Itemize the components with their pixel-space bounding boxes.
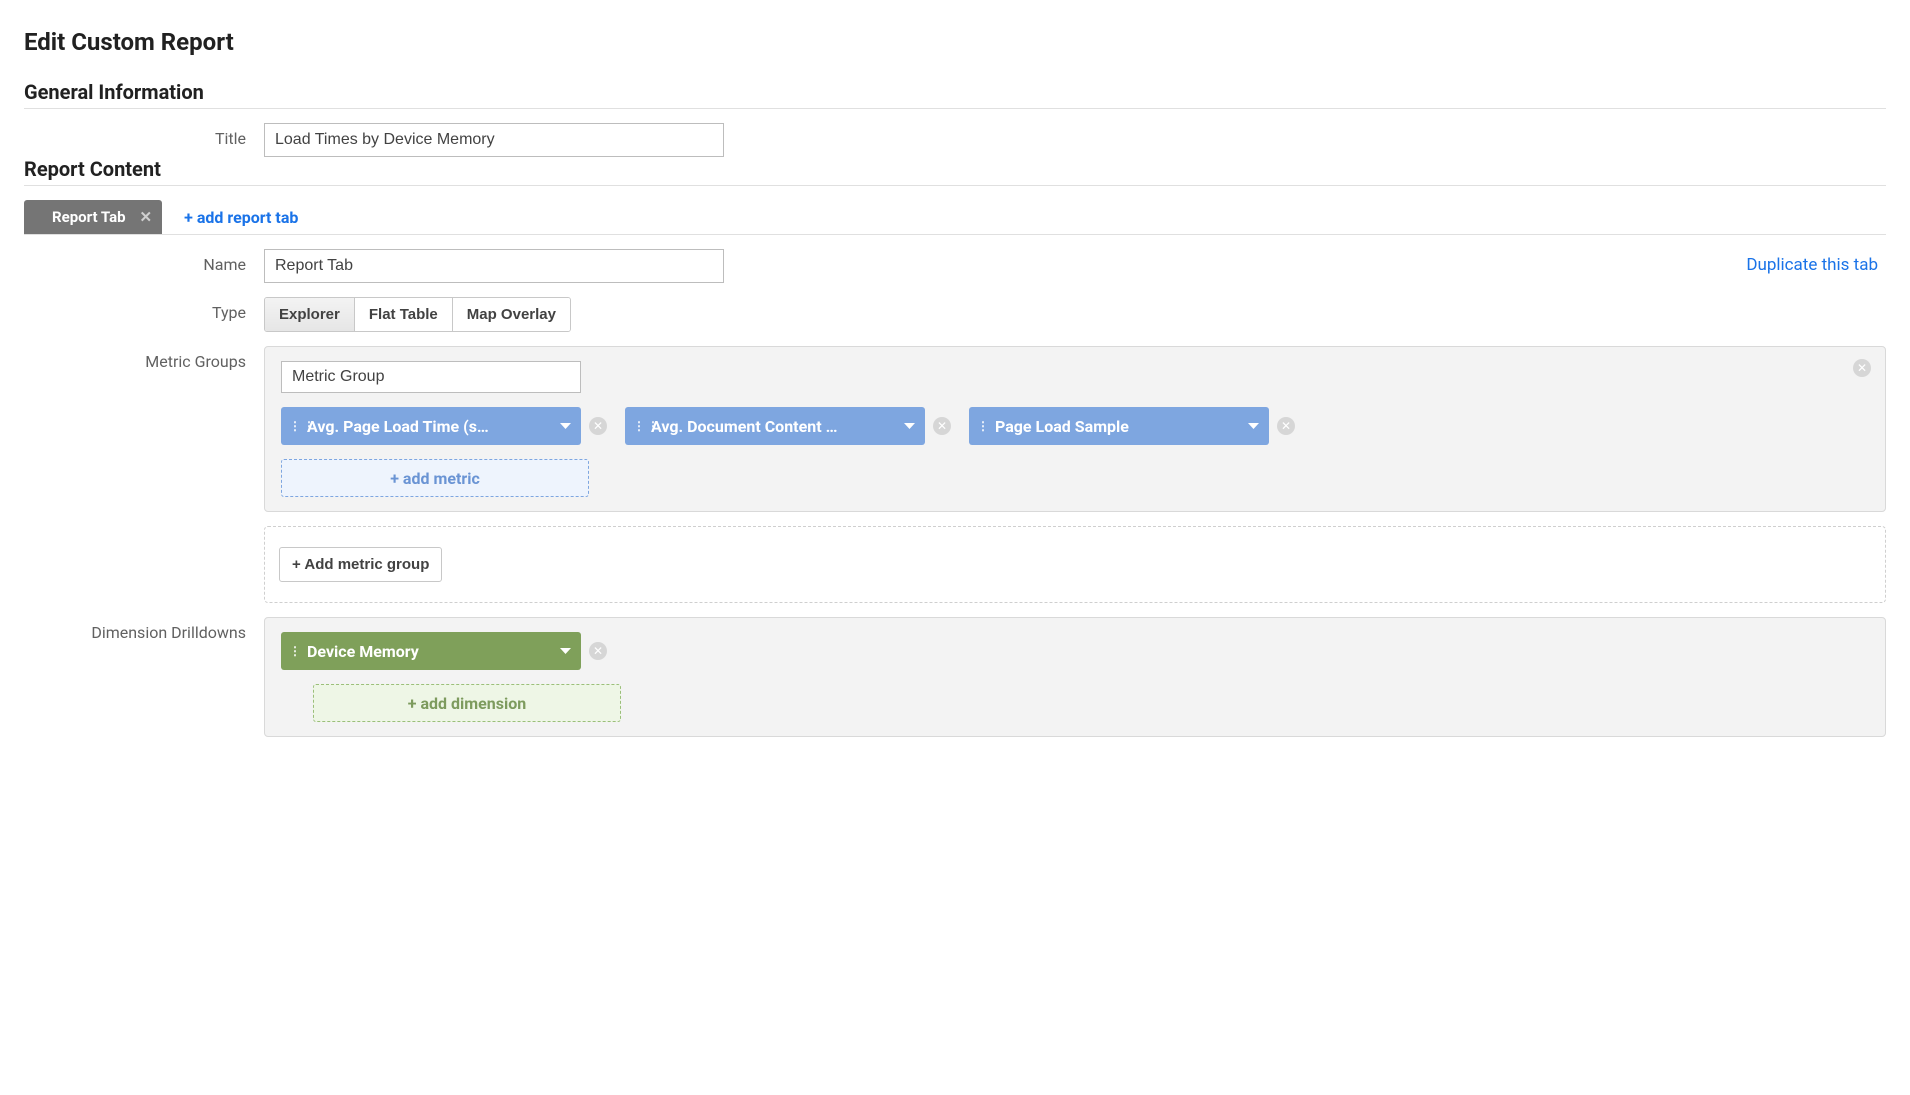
- report-tab[interactable]: Report Tab ✕: [24, 200, 162, 234]
- remove-metric-icon[interactable]: ✕: [1277, 417, 1295, 435]
- name-input[interactable]: [264, 249, 724, 283]
- caret-down-icon[interactable]: [1248, 423, 1259, 429]
- title-label: Title: [24, 123, 264, 148]
- caret-down-icon[interactable]: [560, 648, 571, 654]
- drag-handle-icon[interactable]: [633, 423, 643, 429]
- type-button-group: Explorer Flat Table Map Overlay: [264, 297, 571, 332]
- metric-groups-label: Metric Groups: [24, 346, 264, 371]
- duplicate-tab-link[interactable]: Duplicate this tab: [1746, 255, 1878, 275]
- metric-pill-label: Avg. Document Content …: [651, 417, 896, 436]
- add-metric-group-panel: + Add metric group: [264, 526, 1886, 603]
- add-report-tab-button[interactable]: + add report tab: [184, 208, 298, 227]
- metric-pill-wrap: Avg. Page Load Time (s… ✕: [281, 407, 607, 445]
- dimension-pill[interactable]: Device Memory: [281, 632, 581, 670]
- name-label: Name: [24, 249, 264, 274]
- section-content-heading: Report Content: [24, 157, 1886, 186]
- metric-pill[interactable]: Avg. Page Load Time (s…: [281, 407, 581, 445]
- metric-group-panel: ✕ Avg. Page Load Time (s… ✕ Avg. Documen…: [264, 346, 1886, 512]
- drag-handle-icon[interactable]: [977, 423, 987, 429]
- section-general-heading: General Information: [24, 80, 1886, 109]
- add-metric-button[interactable]: + add metric: [281, 459, 589, 497]
- metric-pill-label: Avg. Page Load Time (s…: [307, 417, 552, 436]
- metric-pill[interactable]: Avg. Document Content …: [625, 407, 925, 445]
- type-map-overlay-button[interactable]: Map Overlay: [453, 298, 570, 331]
- metric-pill-label: Page Load Sample: [995, 417, 1240, 436]
- report-tab-label: Report Tab: [52, 208, 126, 226]
- remove-dimension-icon[interactable]: ✕: [589, 642, 607, 660]
- title-input[interactable]: [264, 123, 724, 157]
- drag-handle-icon[interactable]: [289, 423, 299, 429]
- type-explorer-button[interactable]: Explorer: [265, 298, 355, 331]
- type-label: Type: [24, 297, 264, 322]
- dimension-drilldowns-label: Dimension Drilldowns: [24, 617, 264, 642]
- caret-down-icon[interactable]: [560, 423, 571, 429]
- add-dimension-button[interactable]: + add dimension: [313, 684, 621, 722]
- remove-metric-icon[interactable]: ✕: [589, 417, 607, 435]
- type-flat-table-button[interactable]: Flat Table: [355, 298, 453, 331]
- metric-pill[interactable]: Page Load Sample: [969, 407, 1269, 445]
- remove-metric-icon[interactable]: ✕: [933, 417, 951, 435]
- metric-group-name-input[interactable]: [281, 361, 581, 393]
- dimension-pill-label: Device Memory: [307, 642, 552, 661]
- metric-pill-wrap: Avg. Document Content … ✕: [625, 407, 951, 445]
- close-tab-icon[interactable]: ✕: [140, 208, 153, 226]
- remove-metric-group-icon[interactable]: ✕: [1853, 359, 1871, 377]
- dimension-panel: Device Memory ✕ + add dimension: [264, 617, 1886, 737]
- caret-down-icon[interactable]: [904, 423, 915, 429]
- metric-pill-wrap: Page Load Sample ✕: [969, 407, 1295, 445]
- drag-handle-icon[interactable]: [289, 648, 299, 654]
- add-metric-group-button[interactable]: + Add metric group: [279, 547, 442, 582]
- page-title: Edit Custom Report: [24, 28, 1886, 56]
- dimension-pill-wrap: Device Memory ✕: [281, 632, 607, 670]
